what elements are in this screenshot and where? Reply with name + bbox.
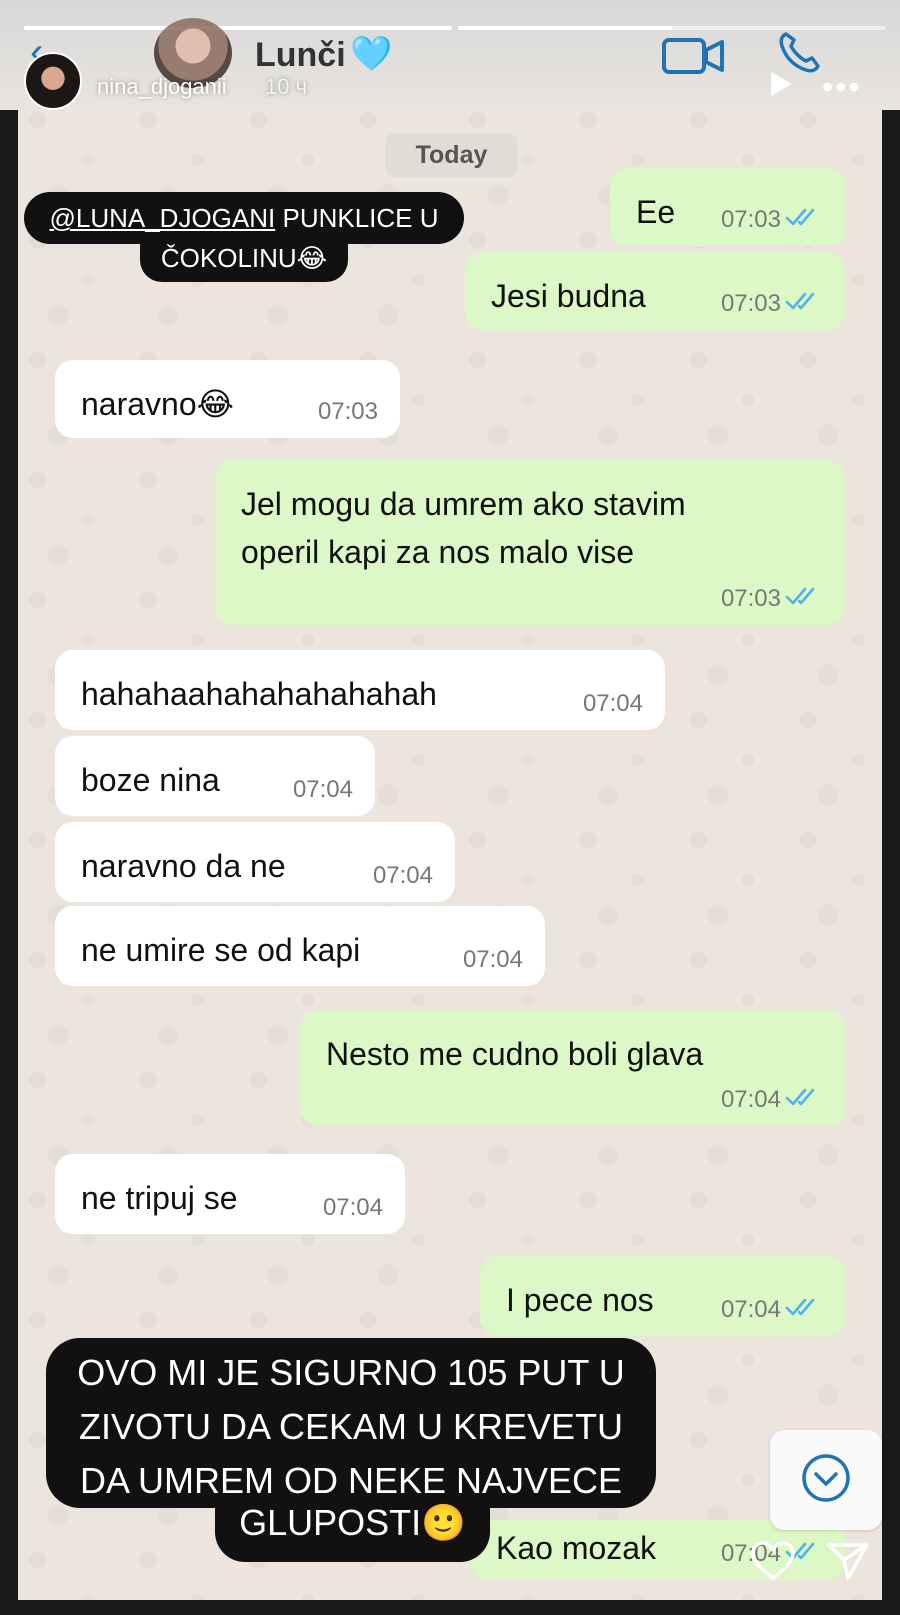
read-ticks-icon [785, 290, 823, 318]
message-meta: 07:04 [463, 946, 523, 974]
message-time: 07:04 [720, 1296, 781, 1323]
message-text: ne umire se od kapi [81, 932, 361, 968]
sticker-text: PUNKLICE U [275, 203, 439, 233]
outgoing-message[interactable]: Nesto me cudno boli glava 07:04 [300, 1010, 845, 1126]
message-text: Kao mozak [496, 1530, 657, 1566]
like-heart-icon[interactable] [750, 1540, 796, 1582]
message-meta: 07:04 [323, 1194, 383, 1222]
message-time: 07:04 [582, 690, 643, 717]
story-top-area: ‹ Lunči 🩵 nina_djoganii 10 ч ••• [0, 0, 900, 110]
chevron-down-icon [802, 1454, 850, 1502]
heart-emoji: 🩵 [350, 35, 393, 73]
message-meta: 07:04 [721, 1296, 823, 1324]
message-text: I pece nos [506, 1282, 654, 1318]
story-text-sticker-line2: ČOKOLINU😂 [140, 236, 348, 282]
outgoing-message[interactable]: Jesi budna 07:03 [465, 252, 845, 330]
message-meta: 07:03 [721, 585, 823, 613]
play-icon[interactable] [768, 70, 794, 98]
mention-link[interactable]: @LUNA_DJOGANI [49, 203, 275, 233]
date-chip: Today [385, 133, 518, 177]
story-user-avatar[interactable] [24, 52, 82, 110]
message-text: Ee [636, 194, 676, 230]
incoming-message[interactable]: ne umire se od kapi 07:04 [55, 906, 545, 986]
message-text: naravno😂 [81, 386, 235, 422]
sticker-bottom-text: OVO MI JE SIGURNO 105 PUT U ZIVOTU DA CE… [77, 1352, 625, 1501]
video-call-icon [662, 38, 724, 74]
message-meta: 07:04 [583, 690, 643, 718]
message-meta: 07:03 [721, 290, 823, 318]
message-meta: 07:04 [721, 1086, 823, 1114]
read-ticks-icon [785, 1296, 823, 1324]
read-ticks-icon [785, 585, 823, 613]
message-text: hahahaahahahahahahah [81, 676, 437, 712]
message-text: boze nina [81, 762, 220, 798]
incoming-message[interactable]: naravno da ne 07:04 [55, 822, 455, 902]
message-time: 07:03 [720, 290, 781, 317]
message-text: Jel mogu da umrem ako stavim operil kapi… [241, 486, 686, 570]
send-icon[interactable] [826, 1540, 870, 1582]
message-time: 07:03 [720, 585, 781, 612]
incoming-message[interactable]: hahahaahahahahahahah 07:04 [55, 650, 665, 730]
message-time: 07:04 [292, 776, 353, 803]
message-text: Jesi budna [491, 278, 646, 314]
incoming-message[interactable]: ne tripuj se 07:04 [55, 1154, 405, 1234]
message-text: ne tripuj se [81, 1180, 238, 1216]
outgoing-message[interactable]: Ee 07:03 [610, 168, 845, 246]
message-meta: 07:03 [318, 398, 378, 426]
contact-name: Lunči [255, 36, 346, 74]
more-options-icon[interactable]: ••• [822, 71, 862, 103]
message-text: Nesto me cudno boli glava [326, 1036, 704, 1072]
message-time: 07:04 [372, 862, 433, 889]
message-meta: 07:03 [721, 206, 823, 234]
message-meta: 07:04 [373, 862, 433, 890]
story-progress-1 [24, 26, 452, 30]
incoming-message[interactable]: naravno😂 07:03 [55, 360, 400, 438]
message-time: 07:04 [720, 1086, 781, 1113]
story-text-sticker-bottom: OVO MI JE SIGURNO 105 PUT U ZIVOTU DA CE… [46, 1338, 656, 1508]
message-time: 07:03 [317, 398, 378, 425]
message-time: 07:03 [720, 206, 781, 233]
outgoing-message[interactable]: Jel mogu da umrem ako stavim operil kapi… [215, 460, 845, 625]
incoming-message[interactable]: boze nina 07:04 [55, 736, 375, 816]
message-meta: 07:04 [293, 776, 353, 804]
message-time: 07:04 [462, 946, 523, 973]
message-time: 07:04 [322, 1194, 383, 1221]
message-text: naravno da ne [81, 848, 286, 884]
read-ticks-icon [785, 1086, 823, 1114]
read-ticks-icon [785, 206, 823, 234]
scroll-down-button[interactable] [770, 1430, 882, 1530]
story-username[interactable]: nina_djoganii [97, 74, 227, 100]
story-text-sticker-bottom-line4: GLUPOSTI🙂 [215, 1494, 490, 1562]
story-time-ago: 10 ч [265, 74, 308, 99]
outgoing-message[interactable]: I pece nos 07:04 [480, 1256, 845, 1336]
